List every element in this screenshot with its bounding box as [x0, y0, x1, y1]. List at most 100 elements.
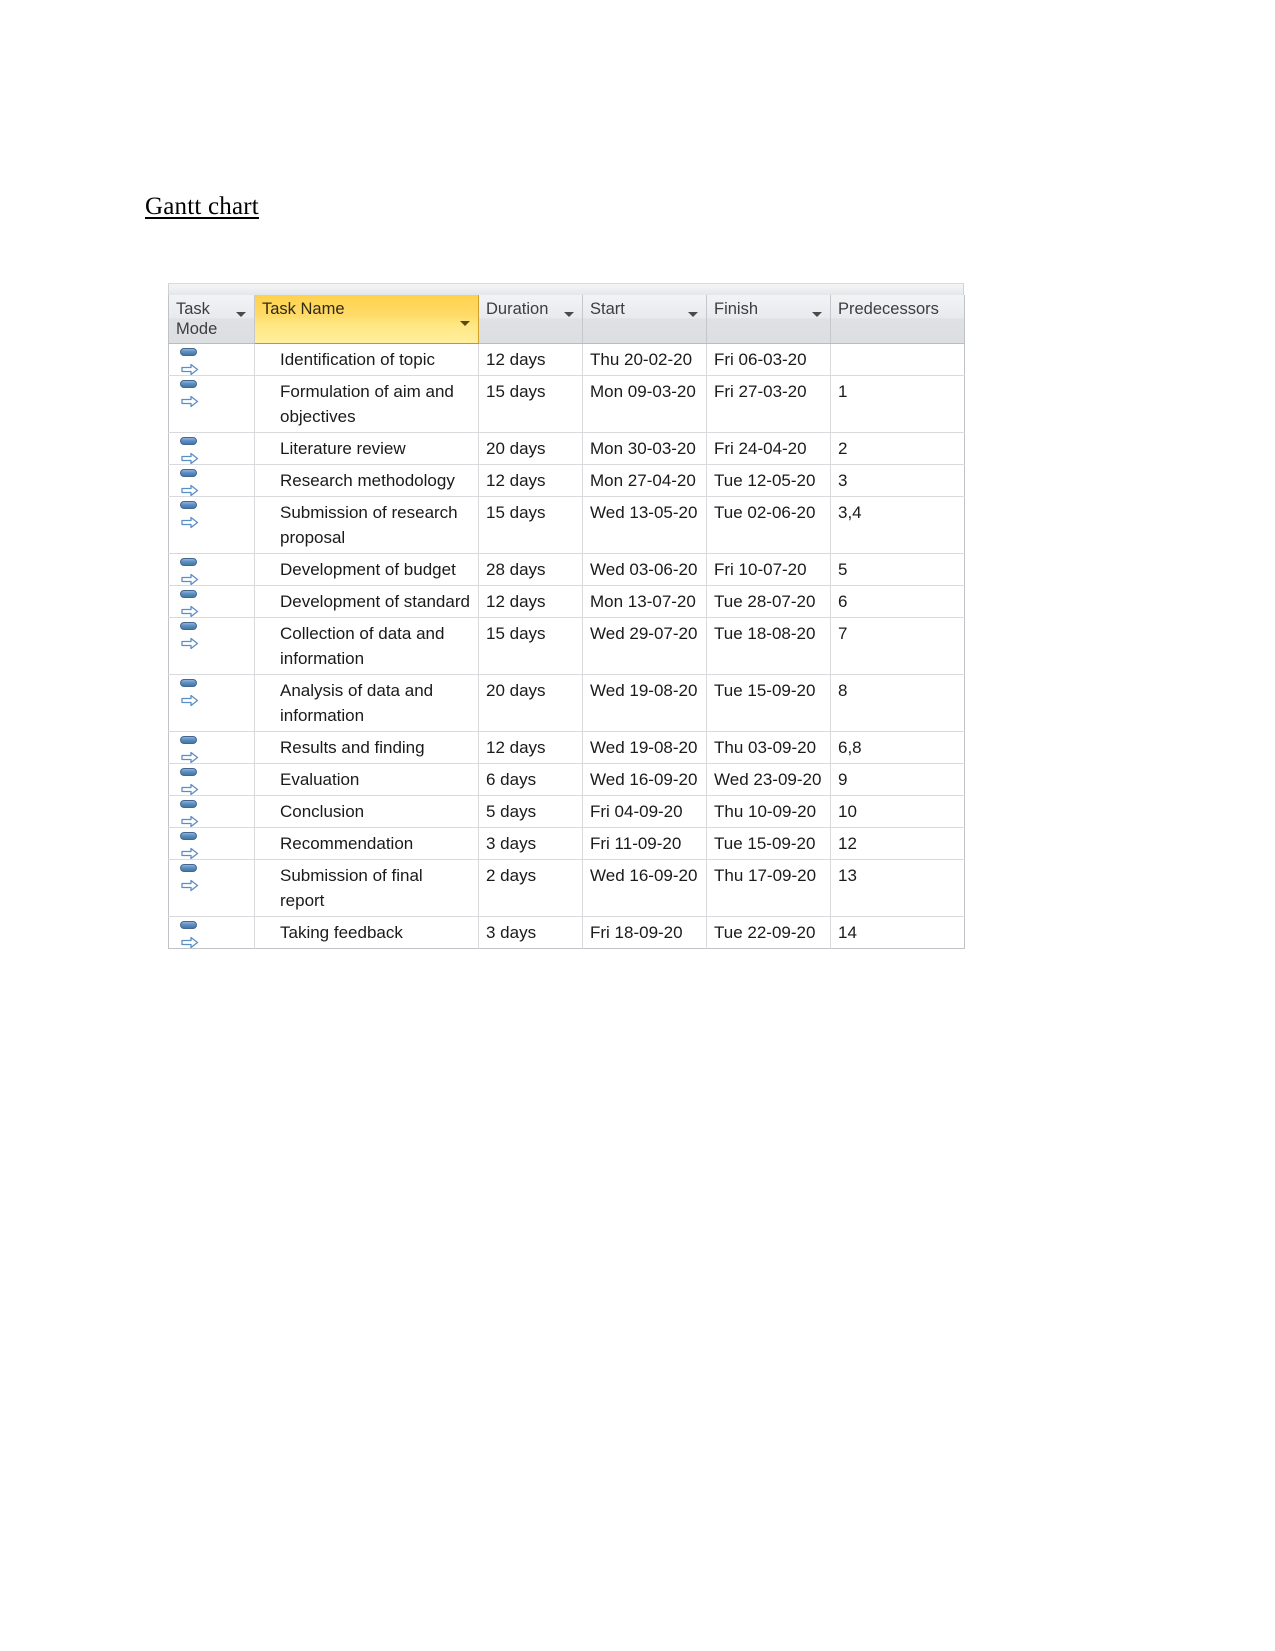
- column-header-task-mode[interactable]: Task Mode: [168, 295, 255, 344]
- cell-predecessors[interactable]: 14: [830, 916, 965, 949]
- cell-task-name[interactable]: Evaluation: [254, 763, 479, 796]
- cell-task-name[interactable]: Development of standard: [254, 585, 479, 618]
- cell-finish[interactable]: Tue 15-09-20: [706, 827, 831, 860]
- table-row[interactable]: Literature review 20 days Mon 30-03-20 Fri …: [168, 432, 965, 465]
- cell-finish[interactable]: Fri 10-07-20: [706, 553, 831, 586]
- table-row[interactable]: Identification of topic 12 days Thu 20-02-…: [168, 343, 965, 376]
- cell-finish[interactable]: Tue 15-09-20: [706, 674, 831, 732]
- cell-finish[interactable]: Fri 27-03-20: [706, 375, 831, 433]
- table-row[interactable]: Submission of research proposal 15 days We…: [168, 496, 965, 554]
- column-header-finish[interactable]: Finish: [706, 295, 831, 344]
- cell-task-mode[interactable]: [168, 827, 255, 860]
- cell-predecessors[interactable]: 6,8: [830, 731, 965, 764]
- chevron-down-icon[interactable]: [564, 312, 574, 317]
- table-row[interactable]: Formulation of aim and objectives 15 days…: [168, 375, 965, 433]
- cell-duration[interactable]: 2 days: [478, 859, 583, 917]
- cell-predecessors[interactable]: 9: [830, 763, 965, 796]
- chevron-down-icon[interactable]: [236, 312, 246, 317]
- cell-task-name[interactable]: Formulation of aim and objectives: [254, 375, 479, 433]
- cell-predecessors[interactable]: 8: [830, 674, 965, 732]
- cell-duration[interactable]: 12 days: [478, 343, 583, 376]
- table-row[interactable]: Conclusion 5 days Fri 04-09-20 Thu 10-09-20…: [168, 795, 965, 828]
- chevron-down-icon[interactable]: [460, 321, 470, 326]
- table-row[interactable]: Collection of data and information 15 day…: [168, 617, 965, 675]
- cell-task-name[interactable]: Analysis of data and information: [254, 674, 479, 732]
- cell-duration[interactable]: 12 days: [478, 731, 583, 764]
- cell-finish[interactable]: Thu 10-09-20: [706, 795, 831, 828]
- cell-task-mode[interactable]: [168, 496, 255, 554]
- cell-task-mode[interactable]: [168, 375, 255, 433]
- cell-duration[interactable]: 3 days: [478, 916, 583, 949]
- cell-start[interactable]: Wed 29-07-20: [582, 617, 707, 675]
- cell-predecessors[interactable]: 13: [830, 859, 965, 917]
- cell-finish[interactable]: Tue 18-08-20: [706, 617, 831, 675]
- chevron-down-icon[interactable]: [812, 312, 822, 317]
- cell-task-name[interactable]: Identification of topic: [254, 343, 479, 376]
- cell-task-mode[interactable]: [168, 731, 255, 764]
- cell-duration[interactable]: 28 days: [478, 553, 583, 586]
- cell-predecessors[interactable]: 7: [830, 617, 965, 675]
- cell-duration[interactable]: 3 days: [478, 827, 583, 860]
- cell-duration[interactable]: 12 days: [478, 464, 583, 497]
- cell-start[interactable]: Wed 19-08-20: [582, 731, 707, 764]
- cell-duration[interactable]: 12 days: [478, 585, 583, 618]
- cell-task-mode[interactable]: [168, 617, 255, 675]
- cell-start[interactable]: Fri 11-09-20: [582, 827, 707, 860]
- column-header-start[interactable]: Start: [582, 295, 707, 344]
- cell-duration[interactable]: 20 days: [478, 674, 583, 732]
- cell-task-name[interactable]: Submission of final report: [254, 859, 479, 917]
- cell-task-mode[interactable]: [168, 432, 255, 465]
- cell-task-name[interactable]: Research methodology: [254, 464, 479, 497]
- table-row[interactable]: Results and finding 12 days Wed 19-08-20 Th…: [168, 731, 965, 764]
- cell-predecessors[interactable]: 3,4: [830, 496, 965, 554]
- cell-finish[interactable]: Tue 02-06-20: [706, 496, 831, 554]
- table-row[interactable]: Analysis of data and information 20 days W…: [168, 674, 965, 732]
- cell-finish[interactable]: Tue 28-07-20: [706, 585, 831, 618]
- cell-start[interactable]: Wed 03-06-20: [582, 553, 707, 586]
- cell-task-mode[interactable]: [168, 464, 255, 497]
- cell-start[interactable]: Thu 20-02-20: [582, 343, 707, 376]
- table-row[interactable]: Research methodology 12 days Mon 27-04-20 T…: [168, 464, 965, 497]
- cell-start[interactable]: Mon 27-04-20: [582, 464, 707, 497]
- cell-task-mode[interactable]: [168, 674, 255, 732]
- cell-duration[interactable]: 6 days: [478, 763, 583, 796]
- cell-duration[interactable]: 15 days: [478, 375, 583, 433]
- chevron-down-icon[interactable]: [688, 312, 698, 317]
- cell-start[interactable]: Wed 13-05-20: [582, 496, 707, 554]
- grid-splitter-strip[interactable]: [168, 283, 964, 295]
- cell-start[interactable]: Mon 13-07-20: [582, 585, 707, 618]
- cell-finish[interactable]: Thu 03-09-20: [706, 731, 831, 764]
- cell-start[interactable]: Wed 16-09-20: [582, 859, 707, 917]
- cell-duration[interactable]: 20 days: [478, 432, 583, 465]
- cell-finish[interactable]: Wed 23-09-20: [706, 763, 831, 796]
- cell-task-name[interactable]: Results and finding: [254, 731, 479, 764]
- cell-finish[interactable]: Fri 24-04-20: [706, 432, 831, 465]
- table-row[interactable]: Taking feedback 3 days Fri 18-09-20 Tue 22-…: [168, 916, 965, 949]
- cell-start[interactable]: Mon 30-03-20: [582, 432, 707, 465]
- cell-start[interactable]: Fri 18-09-20: [582, 916, 707, 949]
- cell-start[interactable]: Mon 09-03-20: [582, 375, 707, 433]
- cell-task-mode[interactable]: [168, 859, 255, 917]
- table-row[interactable]: Submission of final report 2 days Wed 16-0…: [168, 859, 965, 917]
- cell-task-name[interactable]: Taking feedback: [254, 916, 479, 949]
- cell-task-mode[interactable]: [168, 343, 255, 376]
- cell-predecessors[interactable]: [830, 343, 965, 376]
- cell-task-name[interactable]: Literature review: [254, 432, 479, 465]
- column-header-predecessors[interactable]: Predecessors: [830, 295, 965, 344]
- cell-task-mode[interactable]: [168, 795, 255, 828]
- table-row[interactable]: Recommendation 3 days Fri 11-09-20 Tue 15-0…: [168, 827, 965, 860]
- cell-start[interactable]: Wed 19-08-20: [582, 674, 707, 732]
- cell-task-mode[interactable]: [168, 553, 255, 586]
- cell-predecessors[interactable]: 5: [830, 553, 965, 586]
- cell-start[interactable]: Wed 16-09-20: [582, 763, 707, 796]
- cell-task-mode[interactable]: [168, 916, 255, 949]
- cell-task-name[interactable]: Submission of research proposal: [254, 496, 479, 554]
- table-row[interactable]: Development of budget 28 days Wed 03-06-20…: [168, 553, 965, 586]
- cell-finish[interactable]: Tue 22-09-20: [706, 916, 831, 949]
- cell-start[interactable]: Fri 04-09-20: [582, 795, 707, 828]
- cell-predecessors[interactable]: 3: [830, 464, 965, 497]
- cell-predecessors[interactable]: 2: [830, 432, 965, 465]
- cell-duration[interactable]: 5 days: [478, 795, 583, 828]
- cell-task-mode[interactable]: [168, 585, 255, 618]
- cell-task-name[interactable]: Collection of data and information: [254, 617, 479, 675]
